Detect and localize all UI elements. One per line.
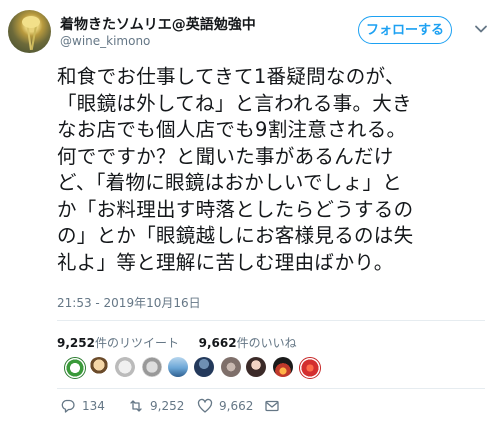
retweet-count: 9,252	[57, 336, 95, 350]
liker-avatar[interactable]	[221, 357, 241, 377]
tweet-body: 和食でお仕事してきて1番疑問なのが、 「眼鏡は外してね」と言われる事。大き なお…	[57, 64, 487, 276]
heart-icon	[197, 398, 213, 413]
tweet-line: 何でですか？と聞いた事があるんだけ	[57, 144, 394, 168]
reply-count: 134	[82, 399, 105, 413]
tweet-line: なお店でも個人店でも9割注意される。	[57, 118, 407, 141]
divider	[57, 320, 485, 321]
retweet-button[interactable]: 9,252	[128, 398, 184, 414]
divider	[57, 388, 485, 389]
liker-avatar[interactable]	[168, 357, 188, 377]
like-stat-label: 件のいいね	[236, 336, 297, 350]
message-button[interactable]	[264, 398, 280, 414]
envelope-icon	[265, 400, 279, 412]
tweet-line: の」とか「眼鏡越しにお客様見るのは失	[57, 224, 414, 247]
tweet-line: か「お料理出す時落としたらどうするの	[57, 197, 414, 221]
retweet-stat[interactable]: 9,252件のリツイート	[57, 336, 179, 350]
like-count: 9,662	[198, 336, 237, 350]
user-avatar[interactable]	[8, 10, 51, 53]
user-handle[interactable]: @wine_kimono	[60, 34, 150, 48]
retweet-action-count: 9,252	[150, 399, 185, 413]
reply-icon	[61, 399, 75, 413]
liker-avatar[interactable]	[142, 357, 162, 377]
engagement-stats: 9,252件のリツイート 9,662件のいいね	[57, 334, 297, 351]
chevron-down-icon[interactable]	[474, 22, 488, 36]
retweet-icon	[130, 400, 142, 412]
liker-avatar[interactable]	[194, 357, 214, 377]
like-action-count: 9,662	[219, 399, 254, 413]
liker-avatar[interactable]	[115, 357, 135, 377]
liker-avatar[interactable]	[273, 357, 293, 377]
liker-avatar[interactable]	[89, 357, 109, 377]
liker-avatar[interactable]	[299, 357, 321, 379]
tweet-line: ど、「着物に眼鏡はおかしいでしょ」と	[57, 171, 403, 194]
liker-avatar[interactable]	[246, 357, 266, 377]
liker-avatar[interactable]	[64, 357, 86, 379]
retweet-stat-label: 件のリツイート	[94, 336, 179, 350]
reply-button[interactable]: 134	[60, 398, 105, 414]
avatar-flower	[22, 16, 40, 28]
display-name[interactable]: 着物きたソムリエ@英語勉強中	[60, 14, 256, 34]
like-button[interactable]: 9,662	[197, 398, 253, 414]
tweet-timestamp[interactable]: 21:53 - 2019年10月16日	[57, 294, 201, 311]
tweet-line: 「眼鏡は外してね」と言われる事。大き	[57, 91, 412, 115]
tweet-header: 着物きたソムリエ@英語勉強中 @wine_kimono フォローする	[8, 10, 492, 58]
follow-button[interactable]: フォローする	[358, 16, 452, 44]
like-stat[interactable]: 9,662件のいいね	[199, 336, 297, 350]
tweet-line: 礼よ」等と理解に苦しむ理由ばかり。	[57, 250, 394, 274]
tweet-line: 和食でお仕事してきて1番疑問なのが、	[57, 65, 405, 88]
